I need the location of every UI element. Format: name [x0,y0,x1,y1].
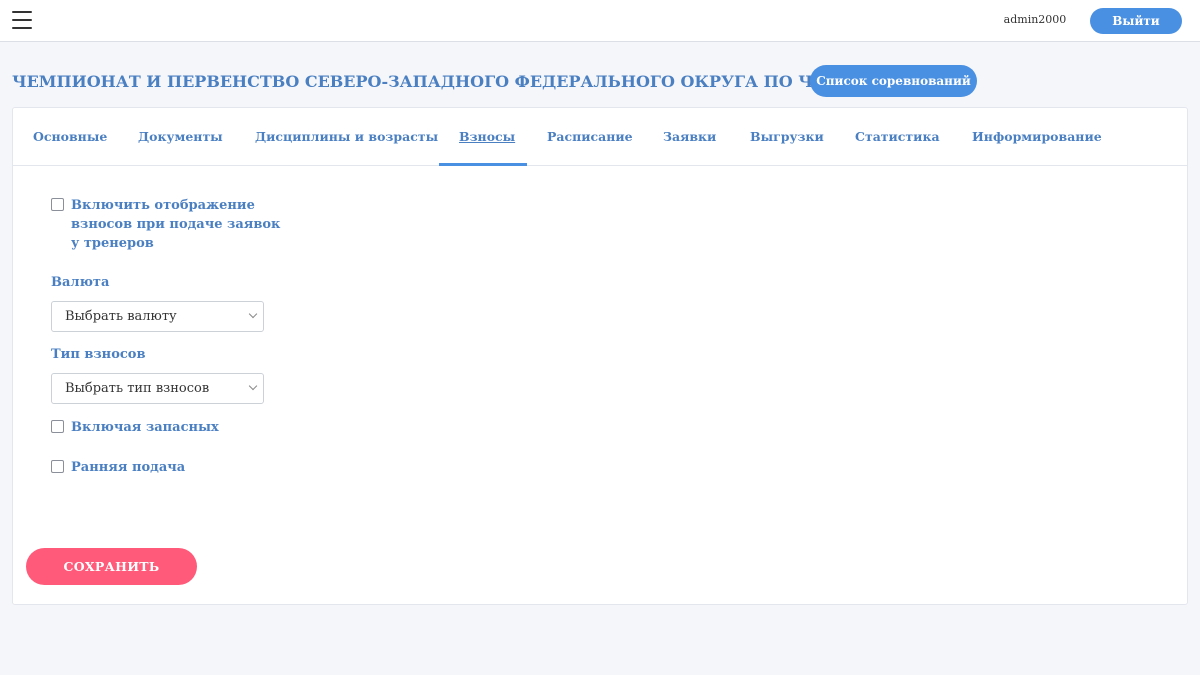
page-title: ЧЕМПИОНАТ И ПЕРВЕНСТВО СЕВЕРО-ЗАПАДНОГО … [12,72,925,91]
include-reserves-checkbox[interactable] [51,420,64,433]
currency-label: Валюта [51,275,110,290]
chevron-down-icon [248,381,258,391]
show-fees-checkbox[interactable] [51,198,64,211]
early-submission-checkbox[interactable] [51,460,64,473]
logout-button[interactable]: Выйти [1090,8,1182,34]
show-fees-label: Включить отображение взносов при подаче … [71,198,281,251]
early-submission-label: Ранняя подача [71,460,186,475]
tab-main[interactable]: Основные [33,108,107,166]
tab-disciplines[interactable]: Дисциплины и возрасты [255,108,438,166]
tab-fees[interactable]: Взносы [459,108,515,166]
hamburger-menu-icon[interactable] [12,11,32,29]
competitions-list-button[interactable]: Список соревнований [810,65,977,97]
show-fees-row[interactable]: Включить отображение взносов при подаче … [51,196,281,253]
settings-card: Основные Документы Дисциплины и возрасты… [12,107,1188,605]
tab-exports[interactable]: Выгрузки [750,108,824,166]
tab-bar: Основные Документы Дисциплины и возрасты… [13,108,1187,166]
include-reserves-label: Включая запасных [71,420,219,435]
active-tab-indicator [439,163,527,166]
currency-select-value: Выбрать валюту [65,309,177,324]
tab-documents[interactable]: Документы [138,108,223,166]
chevron-down-icon [248,309,258,319]
fee-type-select[interactable]: Выбрать тип взносов [51,373,264,404]
fee-type-label: Тип взносов [51,347,146,362]
currency-select[interactable]: Выбрать валюту [51,301,264,332]
username: admin2000 [1003,13,1067,26]
fee-type-select-value: Выбрать тип взносов [65,381,210,396]
save-button[interactable]: СОХРАНИТЬ [26,548,197,585]
top-bar: admin2000 Выйти [0,0,1200,42]
tab-notifications[interactable]: Информирование [972,108,1102,166]
include-reserves-row[interactable]: Включая запасных [51,418,219,437]
early-submission-row[interactable]: Ранняя подача [51,458,185,477]
tab-applications[interactable]: Заявки [663,108,716,166]
tab-schedule[interactable]: Расписание [547,108,633,166]
tab-statistics[interactable]: Статистика [855,108,940,166]
